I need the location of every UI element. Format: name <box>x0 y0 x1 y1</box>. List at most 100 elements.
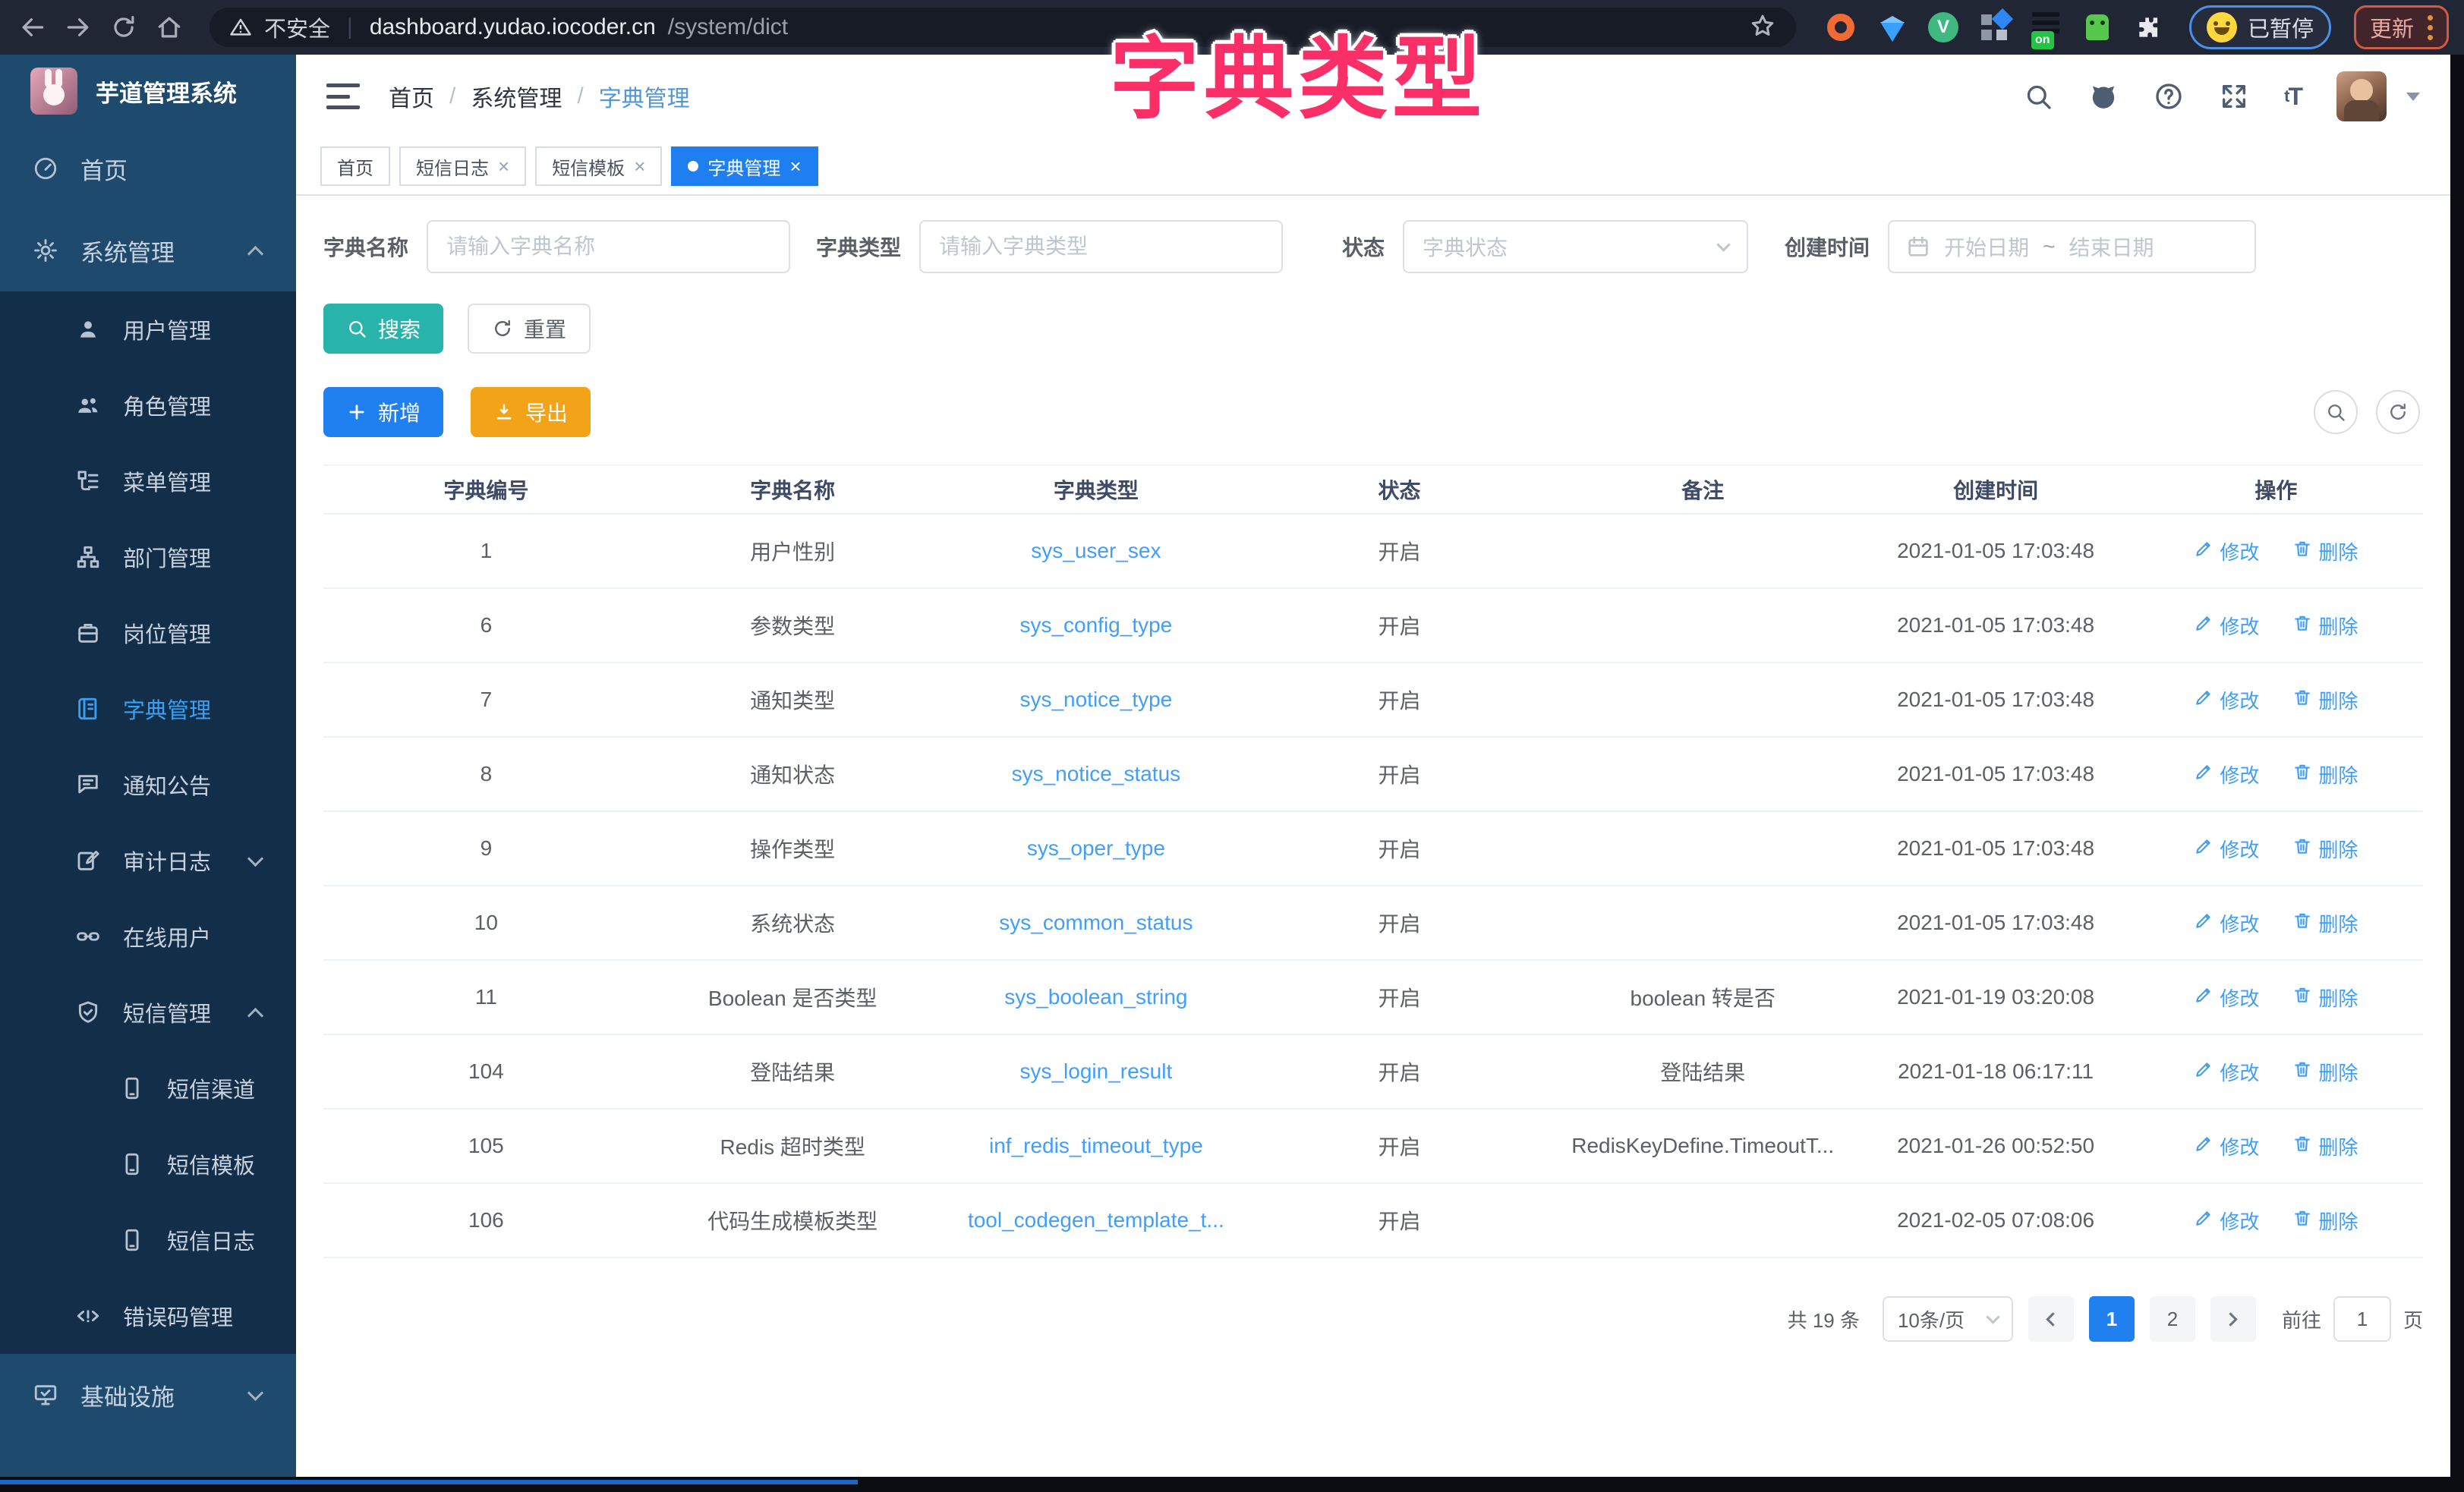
home-icon[interactable] <box>152 10 187 45</box>
breadcrumb-item[interactable]: 首页 <box>389 80 434 113</box>
sidebar-item-online[interactable]: 在线用户 <box>0 899 296 974</box>
delete-action[interactable]: 删除 <box>2292 686 2358 714</box>
profile-paused-pill[interactable]: 已暂停 <box>2189 5 2331 49</box>
sidebar-item-audit[interactable]: 审计日志 <box>0 823 296 899</box>
back-icon[interactable] <box>15 10 50 45</box>
cell-dict-type-link[interactable]: inf_redis_timeout_type <box>937 1134 1256 1158</box>
cell-dict-type-link[interactable]: tool_codegen_template_t... <box>937 1208 1256 1232</box>
sidebar-item-sms-log[interactable]: 短信日志 <box>0 1202 296 1278</box>
edit-action[interactable]: 修改 <box>2194 612 2259 640</box>
page-size-select[interactable]: 10条/页 <box>1883 1296 2013 1342</box>
grid-diamond-extension-icon[interactable] <box>1978 11 2010 43</box>
security-label[interactable]: 不安全 <box>264 11 330 43</box>
search-button[interactable]: 搜索 <box>323 304 443 354</box>
next-page-button[interactable] <box>2210 1296 2256 1342</box>
sidebar-item-dict[interactable]: 字典管理 <box>0 671 296 747</box>
prev-page-button[interactable] <box>2028 1296 2074 1342</box>
sidebar-item-sms-channel[interactable]: 短信渠道 <box>0 1050 296 1126</box>
delete-action[interactable]: 删除 <box>2292 760 2358 788</box>
orange-circle-extension-icon[interactable] <box>1825 11 1857 43</box>
goto-page-input[interactable] <box>2333 1296 2391 1342</box>
edit-action[interactable]: 修改 <box>2194 909 2259 937</box>
sidebar-item-notice[interactable]: 通知公告 <box>0 747 296 823</box>
date-range-picker[interactable]: 开始日期 ~ 结束日期 <box>1888 220 2256 273</box>
tab-首页[interactable]: 首页 <box>320 146 390 186</box>
user-avatar[interactable] <box>2336 71 2387 121</box>
edit-action[interactable]: 修改 <box>2194 686 2259 714</box>
filter-actions: 搜索 重置 <box>323 304 2423 354</box>
cell-dict-type-link[interactable]: sys_notice_status <box>937 762 1256 786</box>
help-icon[interactable] <box>2154 81 2184 112</box>
avatar-caret-down-icon[interactable] <box>2406 93 2420 101</box>
forward-icon[interactable] <box>61 10 96 45</box>
fullscreen-icon[interactable] <box>2219 81 2249 112</box>
close-icon[interactable]: × <box>634 156 645 176</box>
delete-action[interactable]: 删除 <box>2292 1058 2358 1086</box>
delete-action[interactable]: 删除 <box>2292 537 2358 565</box>
sidebar-item-home[interactable]: 首页 <box>0 127 296 209</box>
browser-update-button[interactable]: 更新 <box>2354 5 2449 49</box>
tab-字典管理[interactable]: 字典管理 × <box>671 146 818 186</box>
edit-action[interactable]: 修改 <box>2194 1132 2259 1160</box>
edit-action[interactable]: 修改 <box>2194 1058 2259 1086</box>
edit-action[interactable]: 修改 <box>2194 1207 2259 1235</box>
reset-button[interactable]: 重置 <box>468 304 591 354</box>
sidebar-item-menu[interactable]: 菜单管理 <box>0 443 296 519</box>
sidebar-item-sms[interactable]: 短信管理 <box>0 974 296 1050</box>
kebab-menu-icon[interactable] <box>2428 15 2433 40</box>
close-icon[interactable]: × <box>498 156 509 176</box>
delete-action[interactable]: 删除 <box>2292 909 2358 937</box>
close-icon[interactable]: × <box>789 156 801 176</box>
delete-action[interactable]: 删除 <box>2292 835 2358 863</box>
cell-dict-type-link[interactable]: sys_boolean_string <box>937 985 1256 1009</box>
export-button[interactable]: 导出 <box>471 387 591 437</box>
sidebar-item-infra[interactable]: 基础设施 <box>0 1354 296 1436</box>
sidebar-item-post[interactable]: 岗位管理 <box>0 595 296 671</box>
toggle-search-icon[interactable] <box>2314 390 2358 434</box>
breadcrumb-item[interactable]: 系统管理 <box>471 80 562 113</box>
blue-gem-extension-icon[interactable] <box>1876 11 1908 43</box>
cell-dict-type-link[interactable]: sys_config_type <box>937 613 1256 637</box>
page-number-1[interactable]: 1 <box>2089 1296 2135 1342</box>
app-logo-row[interactable]: 芋道管理系统 <box>0 55 296 127</box>
dict-name-input[interactable] <box>428 235 789 259</box>
refresh-table-icon[interactable] <box>2376 390 2420 434</box>
delete-action[interactable]: 删除 <box>2292 1132 2358 1160</box>
vue-devtools-extension-icon[interactable]: V <box>1928 12 1958 42</box>
cell-dict-type-link[interactable]: sys_notice_type <box>937 688 1256 712</box>
cell-dict-type-link[interactable]: sys_login_result <box>937 1059 1256 1084</box>
sidebar-item-errcode[interactable]: 错误码管理 <box>0 1278 296 1354</box>
delete-action[interactable]: 删除 <box>2292 984 2358 1012</box>
address-bar[interactable]: 不安全 | dashboard.yudao.iocoder.cn/system/… <box>210 8 1796 47</box>
edit-action[interactable]: 修改 <box>2194 537 2259 565</box>
bookmark-star-icon[interactable] <box>1749 12 1776 43</box>
cell-dict-type-link[interactable]: sys_common_status <box>937 911 1256 935</box>
green-robot-extension-icon[interactable] <box>2081 11 2113 43</box>
reload-icon[interactable] <box>106 10 141 45</box>
tab-短信模板[interactable]: 短信模板 × <box>535 146 662 186</box>
sidebar-item-system[interactable]: 系统管理 <box>0 209 296 291</box>
github-icon[interactable] <box>2088 81 2119 112</box>
sidebar-toggle-icon[interactable] <box>326 83 360 109</box>
edit-action[interactable]: 修改 <box>2194 984 2259 1012</box>
edit-action[interactable]: 修改 <box>2194 760 2259 788</box>
status-select[interactable]: 字典状态 <box>1403 220 1748 273</box>
sidebar-item-user[interactable]: 用户管理 <box>0 291 296 367</box>
sidebar-item-role[interactable]: 角色管理 <box>0 367 296 443</box>
dict-type-input[interactable] <box>921 235 1281 259</box>
sidebar-item-dept[interactable]: 部门管理 <box>0 519 296 595</box>
add-button[interactable]: 新增 <box>323 387 443 437</box>
switch-on-extension-icon[interactable]: on <box>2030 11 2062 43</box>
trash-icon <box>2292 985 2312 1010</box>
sidebar-item-sms-template[interactable]: 短信模板 <box>0 1126 296 1202</box>
cell-dict-type-link[interactable]: sys_oper_type <box>937 836 1256 861</box>
search-icon[interactable] <box>2023 81 2053 112</box>
cell-dict-type-link[interactable]: sys_user_sex <box>937 539 1256 563</box>
page-number-2[interactable]: 2 <box>2150 1296 2195 1342</box>
delete-action[interactable]: 删除 <box>2292 1207 2358 1235</box>
delete-action[interactable]: 删除 <box>2292 612 2358 640</box>
font-size-icon[interactable]: tT <box>2284 83 2302 111</box>
edit-action[interactable]: 修改 <box>2194 835 2259 863</box>
tab-短信日志[interactable]: 短信日志 × <box>399 146 526 186</box>
extensions-puzzle-icon[interactable] <box>2133 11 2165 43</box>
